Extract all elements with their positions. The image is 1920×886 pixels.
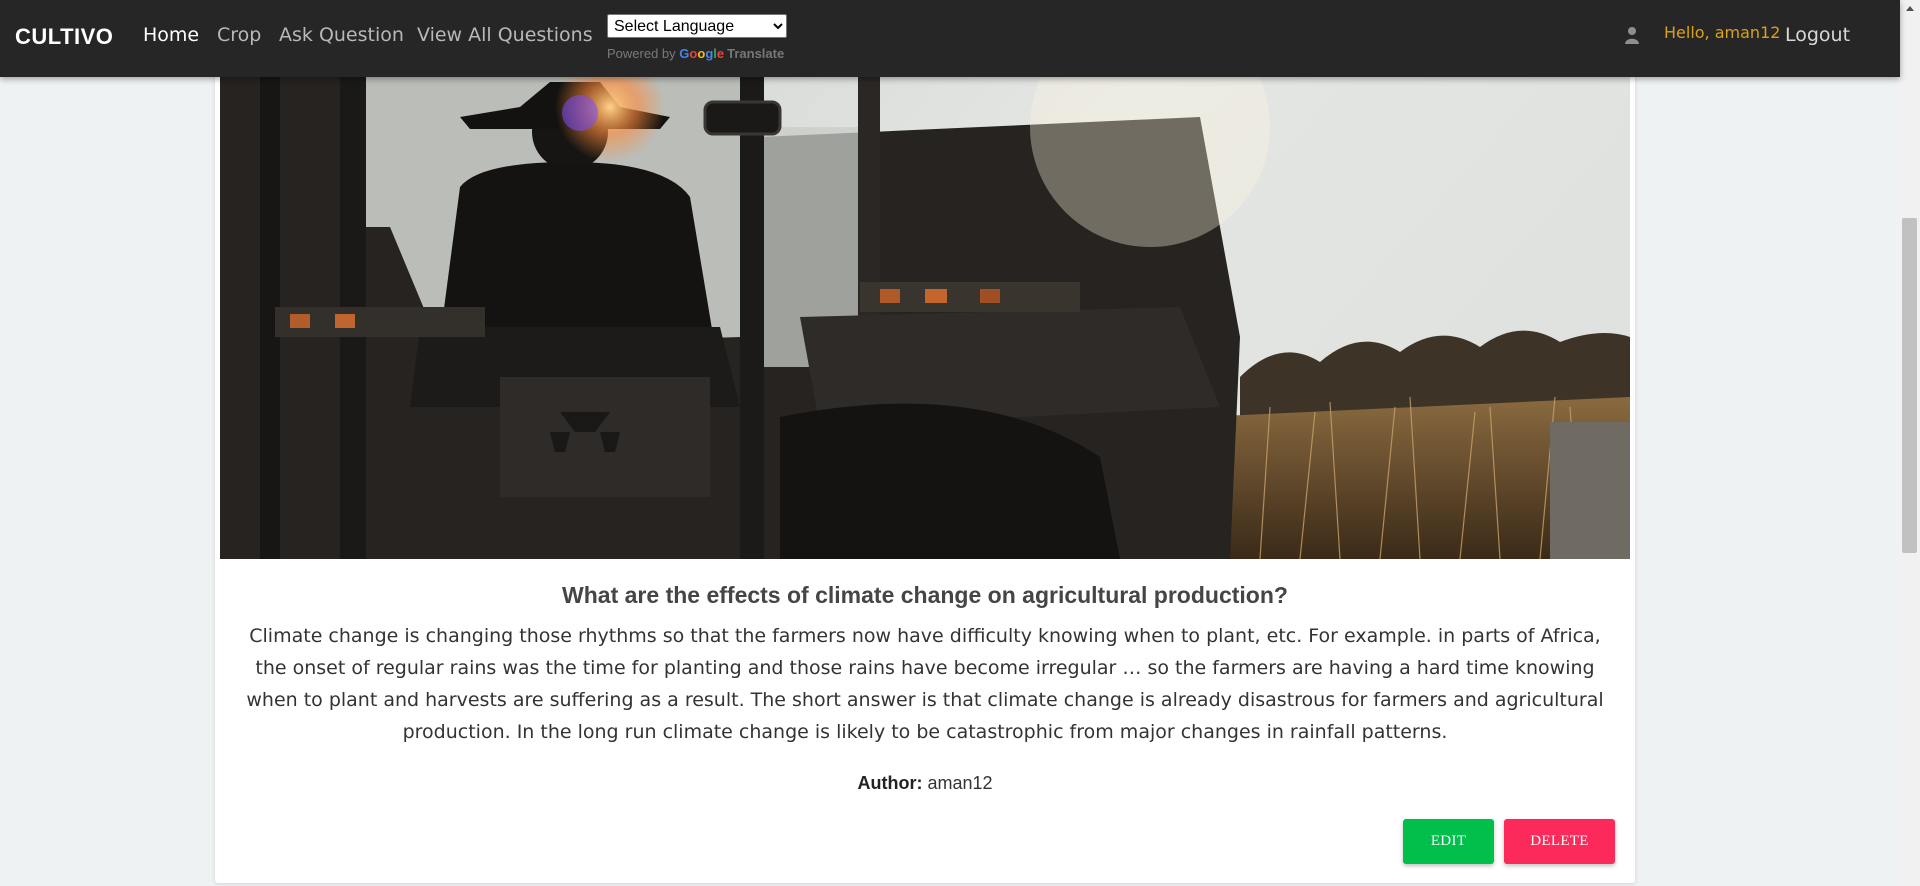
brand-logo[interactable]: CULTIVO — [15, 24, 113, 50]
author-line: Author: aman12 — [215, 773, 1635, 794]
user-greeting: Hello, aman12 — [1664, 23, 1781, 42]
question-body: Climate change is changing those rhythms… — [246, 625, 1604, 743]
logout-link[interactable]: Logout — [1785, 24, 1850, 46]
google-logo: Google — [679, 46, 725, 61]
author-name: aman12 — [927, 773, 993, 793]
question-card: What are the effects of climate change o… — [215, 40, 1635, 883]
nav-ask-question[interactable]: Ask Question — [279, 24, 404, 46]
translate-link[interactable]: Translate — [727, 46, 784, 61]
scrollbar-thumb[interactable] — [1902, 218, 1917, 553]
scroll-up-arrow-icon[interactable] — [1900, 0, 1920, 18]
user-icon — [1625, 27, 1639, 44]
nav-crop[interactable]: Crop — [217, 24, 261, 46]
author-label: Author: — [857, 773, 923, 793]
nav-home[interactable]: Home — [143, 24, 199, 46]
language-select[interactable]: Select Language — [607, 14, 787, 38]
tractor-farmer-illustration — [220, 77, 1630, 559]
top-navbar: CULTIVO Home Crop Ask Question View All … — [0, 0, 1900, 77]
powered-by-text: Powered by — [607, 46, 676, 61]
edit-button[interactable]: EDIT — [1403, 819, 1494, 864]
question-image — [220, 77, 1630, 559]
google-translate-credit: Powered by Google Translate — [607, 46, 784, 61]
nav-view-all-questions[interactable]: View All Questions — [417, 24, 593, 46]
question-title: What are the effects of climate change o… — [562, 582, 1288, 608]
delete-button[interactable]: DELETE — [1504, 819, 1615, 864]
